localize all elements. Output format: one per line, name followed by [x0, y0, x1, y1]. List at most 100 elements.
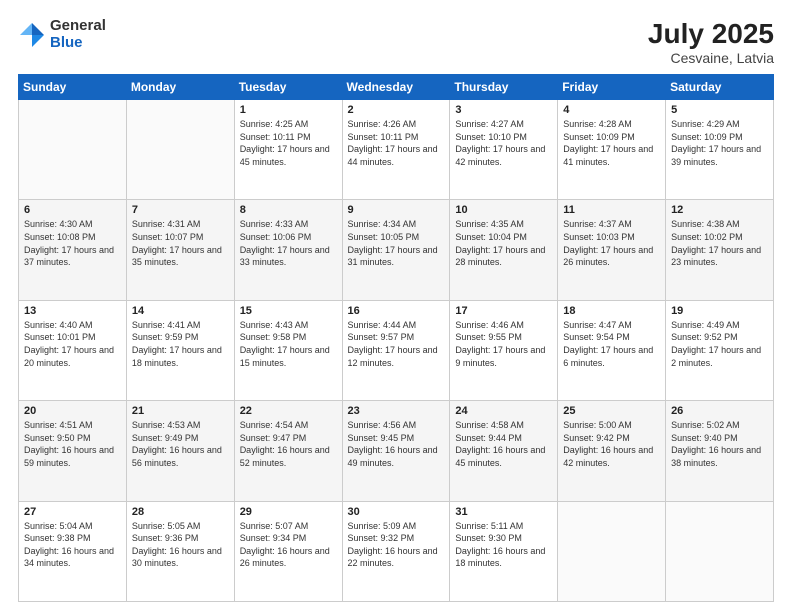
day-info: Sunrise: 5:00 AM Sunset: 9:42 PM Dayligh…	[563, 419, 660, 469]
day-info: Sunrise: 4:53 AM Sunset: 9:49 PM Dayligh…	[132, 419, 229, 469]
table-row: 17Sunrise: 4:46 AM Sunset: 9:55 PM Dayli…	[450, 300, 558, 400]
col-wednesday: Wednesday	[342, 75, 450, 100]
day-info: Sunrise: 4:28 AM Sunset: 10:09 PM Daylig…	[563, 118, 660, 168]
table-row: 25 Sunrise: 5:00 AM Sunset: 9:42 PM Dayli…	[558, 401, 666, 501]
table-row	[558, 501, 666, 601]
table-row: 16 Sunrise: 4:44 AM Sunset: 9:57 PM Dayli…	[342, 300, 450, 400]
day-number: 15	[240, 305, 337, 317]
day-number: 8	[240, 204, 337, 216]
logo-general: General	[50, 18, 106, 35]
day-info: Sunrise: 4:34 AM Sunset: 10:05 PM Daylig…	[348, 218, 445, 268]
day-number: 20	[24, 405, 121, 417]
day-info: Sunrise: 4:47 AM Sunset: 9:54 PM Dayligh…	[563, 319, 660, 369]
day-number: 31	[455, 506, 552, 518]
col-saturday: Saturday	[666, 75, 774, 100]
day-number: 18	[563, 305, 660, 317]
table-row: 5 Sunrise: 4:29 AM Sunset: 10:09 PM Dayli…	[666, 100, 774, 200]
day-info: Sunrise: 5:04 AM Sunset: 9:38 PM Dayligh…	[24, 520, 121, 570]
table-row: 3 Sunrise: 4:27 AM Sunset: 10:10 PM Dayli…	[450, 100, 558, 200]
table-row: 13 Sunrise: 4:40 AM Sunset: 10:01 PM Dayl…	[19, 300, 127, 400]
table-row: 12Sunrise: 4:38 AM Sunset: 10:02 PM Dayl…	[666, 200, 774, 300]
day-number: 19	[671, 305, 768, 317]
logo-icon	[18, 21, 46, 49]
day-info: Sunrise: 4:38 AM Sunset: 10:02 PM Daylig…	[671, 218, 768, 268]
calendar-row: 6 Sunrise: 4:30 AM Sunset: 10:08 PM Dayli…	[19, 200, 774, 300]
day-info: Sunrise: 4:49 AM Sunset: 9:52 PM Dayligh…	[671, 319, 768, 369]
page: General Blue July 2025 Cesvaine, Latvia …	[0, 0, 792, 612]
day-info: Sunrise: 5:07 AM Sunset: 9:34 PM Dayligh…	[240, 520, 337, 570]
day-info: Sunrise: 4:44 AM Sunset: 9:57 PM Dayligh…	[348, 319, 445, 369]
table-row: 24 Sunrise: 4:58 AM Sunset: 9:44 PM Dayli…	[450, 401, 558, 501]
day-number: 6	[24, 204, 121, 216]
calendar-row: 13 Sunrise: 4:40 AM Sunset: 10:01 PM Dayl…	[19, 300, 774, 400]
table-row: 2Sunrise: 4:26 AM Sunset: 10:11 PM Dayli…	[342, 100, 450, 200]
table-row: 18 Sunrise: 4:47 AM Sunset: 9:54 PM Dayli…	[558, 300, 666, 400]
day-info: Sunrise: 4:29 AM Sunset: 10:09 PM Daylig…	[671, 118, 768, 168]
day-number: 7	[132, 204, 229, 216]
table-row: 10Sunrise: 4:35 AM Sunset: 10:04 PM Dayl…	[450, 200, 558, 300]
table-row	[19, 100, 127, 200]
table-row: 15 Sunrise: 4:43 AM Sunset: 9:58 PM Dayli…	[234, 300, 342, 400]
day-info: Sunrise: 5:02 AM Sunset: 9:40 PM Dayligh…	[671, 419, 768, 469]
day-number: 24	[455, 405, 552, 417]
day-info: Sunrise: 4:41 AM Sunset: 9:59 PM Dayligh…	[132, 319, 229, 369]
table-row: 4 Sunrise: 4:28 AM Sunset: 10:09 PM Dayli…	[558, 100, 666, 200]
col-tuesday: Tuesday	[234, 75, 342, 100]
day-info: Sunrise: 4:43 AM Sunset: 9:58 PM Dayligh…	[240, 319, 337, 369]
day-number: 14	[132, 305, 229, 317]
day-number: 25	[563, 405, 660, 417]
day-number: 4	[563, 104, 660, 116]
month-year: July 2025	[648, 18, 774, 50]
calendar-row: 27 Sunrise: 5:04 AM Sunset: 9:38 PM Dayli…	[19, 501, 774, 601]
header: General Blue July 2025 Cesvaine, Latvia	[18, 18, 774, 66]
table-row: 1Sunrise: 4:25 AM Sunset: 10:11 PM Dayli…	[234, 100, 342, 200]
day-info: Sunrise: 5:11 AM Sunset: 9:30 PM Dayligh…	[455, 520, 552, 570]
table-row: 14 Sunrise: 4:41 AM Sunset: 9:59 PM Dayli…	[126, 300, 234, 400]
table-row: 31 Sunrise: 5:11 AM Sunset: 9:30 PM Dayli…	[450, 501, 558, 601]
table-row: 8Sunrise: 4:33 AM Sunset: 10:06 PM Dayli…	[234, 200, 342, 300]
table-row: 6 Sunrise: 4:30 AM Sunset: 10:08 PM Dayli…	[19, 200, 127, 300]
day-number: 21	[132, 405, 229, 417]
day-info: Sunrise: 4:56 AM Sunset: 9:45 PM Dayligh…	[348, 419, 445, 469]
day-number: 26	[671, 405, 768, 417]
day-number: 13	[24, 305, 121, 317]
col-friday: Friday	[558, 75, 666, 100]
day-info: Sunrise: 4:30 AM Sunset: 10:08 PM Daylig…	[24, 218, 121, 268]
col-thursday: Thursday	[450, 75, 558, 100]
col-monday: Monday	[126, 75, 234, 100]
day-number: 17	[455, 305, 552, 317]
table-row: 19 Sunrise: 4:49 AM Sunset: 9:52 PM Dayli…	[666, 300, 774, 400]
day-number: 2	[348, 104, 445, 116]
table-row: 11 Sunrise: 4:37 AM Sunset: 10:03 PM Dayl…	[558, 200, 666, 300]
title-block: July 2025 Cesvaine, Latvia	[648, 18, 774, 66]
day-info: Sunrise: 5:09 AM Sunset: 9:32 PM Dayligh…	[348, 520, 445, 570]
day-info: Sunrise: 4:35 AM Sunset: 10:04 PM Daylig…	[455, 218, 552, 268]
day-number: 28	[132, 506, 229, 518]
day-info: Sunrise: 4:25 AM Sunset: 10:11 PM Daylig…	[240, 118, 337, 168]
logo: General Blue	[18, 18, 106, 51]
day-number: 5	[671, 104, 768, 116]
table-row: 23 Sunrise: 4:56 AM Sunset: 9:45 PM Dayli…	[342, 401, 450, 501]
table-row: 30 Sunrise: 5:09 AM Sunset: 9:32 PM Dayli…	[342, 501, 450, 601]
day-info: Sunrise: 4:58 AM Sunset: 9:44 PM Dayligh…	[455, 419, 552, 469]
logo-blue: Blue	[50, 35, 106, 52]
day-number: 9	[348, 204, 445, 216]
day-number: 16	[348, 305, 445, 317]
calendar-row: 20Sunrise: 4:51 AM Sunset: 9:50 PM Dayli…	[19, 401, 774, 501]
table-row: 21 Sunrise: 4:53 AM Sunset: 9:49 PM Dayli…	[126, 401, 234, 501]
day-number: 30	[348, 506, 445, 518]
calendar-row: 1Sunrise: 4:25 AM Sunset: 10:11 PM Dayli…	[19, 100, 774, 200]
table-row: 29 Sunrise: 5:07 AM Sunset: 9:34 PM Dayli…	[234, 501, 342, 601]
day-info: Sunrise: 4:37 AM Sunset: 10:03 PM Daylig…	[563, 218, 660, 268]
day-number: 3	[455, 104, 552, 116]
day-number: 22	[240, 405, 337, 417]
day-number: 11	[563, 204, 660, 216]
day-number: 27	[24, 506, 121, 518]
table-row: 28Sunrise: 5:05 AM Sunset: 9:36 PM Dayli…	[126, 501, 234, 601]
day-number: 29	[240, 506, 337, 518]
table-row: 27 Sunrise: 5:04 AM Sunset: 9:38 PM Dayli…	[19, 501, 127, 601]
day-info: Sunrise: 4:27 AM Sunset: 10:10 PM Daylig…	[455, 118, 552, 168]
table-row: 26 Sunrise: 5:02 AM Sunset: 9:40 PM Dayli…	[666, 401, 774, 501]
day-number: 23	[348, 405, 445, 417]
day-info: Sunrise: 4:40 AM Sunset: 10:01 PM Daylig…	[24, 319, 121, 369]
